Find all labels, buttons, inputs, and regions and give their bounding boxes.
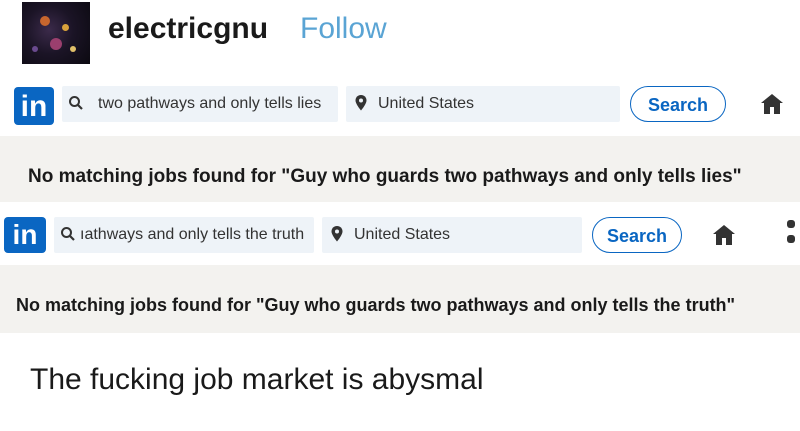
no-results-message: No matching jobs found for "Guy who guar… xyxy=(28,166,742,187)
linkedin-logo-icon[interactable]: in xyxy=(14,87,54,125)
avatar[interactable] xyxy=(22,2,90,64)
home-icon[interactable] xyxy=(712,224,736,246)
home-icon[interactable] xyxy=(760,93,784,115)
search-button[interactable]: Search xyxy=(592,217,682,253)
search-icon xyxy=(61,227,75,241)
no-results-message: No matching jobs found for "Guy who guar… xyxy=(16,295,736,315)
post-header: electricgnu Follow xyxy=(0,0,800,72)
more-icon[interactable] xyxy=(786,218,796,248)
search-button[interactable]: Search xyxy=(630,86,726,122)
no-results-panel-2: No matching jobs found for "Guy who guar… xyxy=(0,265,800,333)
post-caption: The fucking job market is abysmal xyxy=(30,363,484,396)
no-results-panel-1: No matching jobs found for "Guy who guar… xyxy=(0,136,800,202)
keyword-search-field[interactable]: two pathways and only tells lies xyxy=(62,86,338,122)
linkedin-search-bar-1: in two pathways and only tells lies Unit… xyxy=(0,80,800,132)
location-search-field[interactable]: United States xyxy=(346,86,620,122)
linkedin-logo-icon[interactable]: in xyxy=(4,217,46,253)
keyword-search-field[interactable]: ıathways and only tells the truth xyxy=(54,217,314,253)
follow-button[interactable]: Follow xyxy=(300,12,387,46)
location-search-field[interactable]: United States xyxy=(322,217,582,253)
linkedin-search-bar-2: in ıathways and only tells the truth Uni… xyxy=(0,208,800,260)
username[interactable]: electricgnu xyxy=(108,12,268,46)
keyword-value: ıathways and only tells the truth xyxy=(80,226,305,243)
location-value: United States xyxy=(378,95,475,112)
search-icon xyxy=(69,96,83,110)
location-value: United States xyxy=(354,226,451,243)
keyword-value: two pathways and only tells lies xyxy=(98,95,322,112)
location-pin-icon xyxy=(355,95,367,111)
location-pin-icon xyxy=(331,226,343,242)
